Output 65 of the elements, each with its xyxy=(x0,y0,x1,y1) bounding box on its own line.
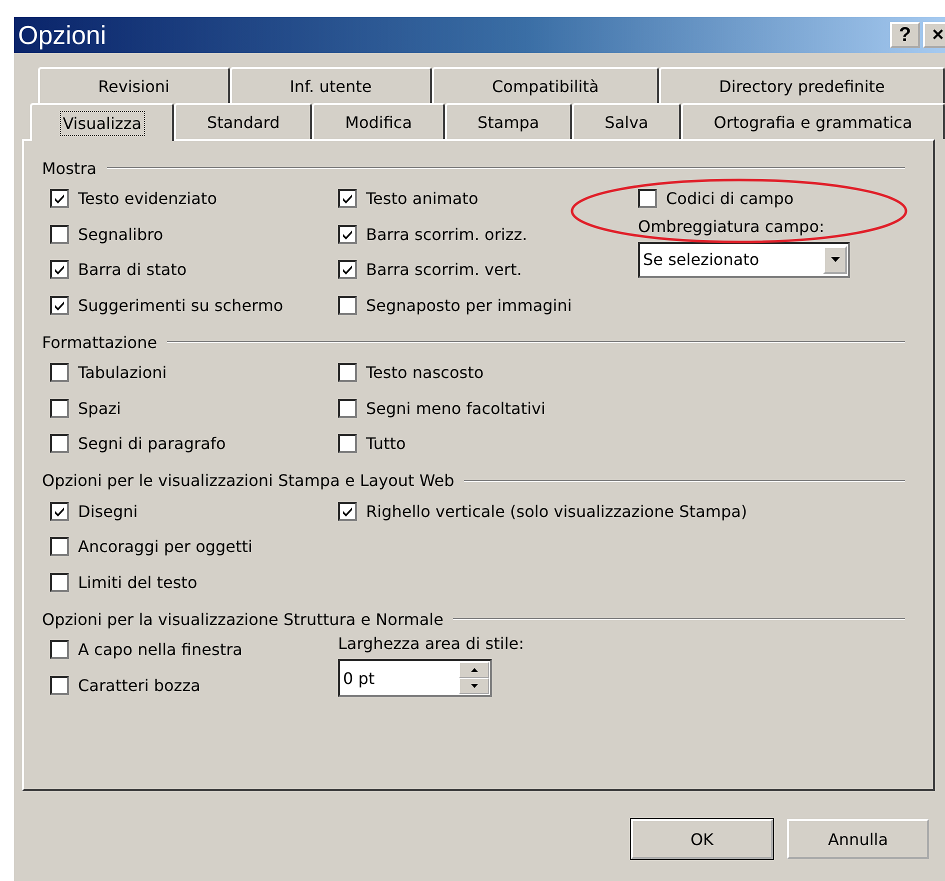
checkbox-label: Disegni xyxy=(78,502,138,521)
checkbox-label: Segnalibro xyxy=(78,224,164,244)
checkbox[interactable] xyxy=(50,676,69,695)
checkbox[interactable] xyxy=(50,296,69,315)
checkbox[interactable] xyxy=(338,224,357,244)
checkbox-label: Limiti del testo xyxy=(78,572,198,592)
cancel-button[interactable]: Annulla xyxy=(787,819,929,859)
group-title: Mostra xyxy=(42,158,97,178)
close-button[interactable]: × xyxy=(923,22,945,48)
ok-button[interactable]: OK xyxy=(631,819,773,859)
checkbox[interactable] xyxy=(338,434,357,454)
checkbox-label: Segni di paragrafo xyxy=(78,434,226,454)
checkbox-label: Testo animato xyxy=(366,189,478,208)
checkbox-label: Ancoraggi per oggetti xyxy=(78,537,252,556)
help-button[interactable]: ? xyxy=(890,22,920,48)
checkbox-label: Segnaposto per immagini xyxy=(366,296,572,315)
checkbox[interactable] xyxy=(338,260,357,280)
checkbox-label: Tutto xyxy=(366,434,406,454)
checkbox-label: Barra scorrim. vert. xyxy=(366,260,522,280)
checkbox-label: Spazi xyxy=(78,398,121,418)
spinner-field[interactable]: 0 pt xyxy=(338,659,492,697)
checkbox[interactable] xyxy=(50,398,69,418)
checkbox[interactable] xyxy=(638,189,657,208)
checkbox[interactable] xyxy=(50,363,69,382)
checkbox[interactable] xyxy=(338,189,357,208)
tab[interactable]: Stampa xyxy=(444,103,572,139)
checkbox[interactable] xyxy=(50,434,69,454)
checkbox[interactable] xyxy=(50,260,69,280)
field-label: Ombreggiatura campo: xyxy=(638,216,826,236)
tab[interactable]: Revisioni xyxy=(38,67,230,103)
checkbox-label: Barra scorrim. orizz. xyxy=(366,224,528,244)
checkbox-label: Testo nascosto xyxy=(366,363,484,382)
checkbox[interactable] xyxy=(50,572,69,592)
checkbox-label: Suggerimenti su schermo xyxy=(78,296,284,315)
tab[interactable]: Compatibilità xyxy=(432,67,659,103)
group-title: Formattazione xyxy=(42,332,158,352)
tab[interactable]: Salva xyxy=(572,103,682,139)
checkbox-label: Barra di stato xyxy=(78,260,187,280)
checkbox[interactable] xyxy=(50,224,69,244)
checkbox-label: Segni meno facoltativi xyxy=(366,398,546,418)
checkbox[interactable] xyxy=(50,537,69,556)
tab[interactable]: Visualizza xyxy=(30,103,174,141)
checkbox-label: Tabulazioni xyxy=(78,363,167,382)
checkbox-label: Caratteri bozza xyxy=(78,676,200,695)
checkbox-label: A capo nella finestra xyxy=(78,640,242,660)
tab[interactable]: Standard xyxy=(174,103,312,139)
checkbox[interactable] xyxy=(338,363,357,382)
field-label: Larghezza area di stile: xyxy=(338,634,526,653)
dropdown[interactable]: Se selezionato xyxy=(638,242,850,278)
checkbox-label: Codici di campo xyxy=(666,189,794,208)
tab[interactable]: Modifica xyxy=(312,103,445,139)
checkbox[interactable] xyxy=(50,189,69,208)
checkbox[interactable] xyxy=(338,502,357,521)
window-title: Opzioni xyxy=(18,20,106,50)
checkbox[interactable] xyxy=(50,502,69,521)
checkbox-label: Righello verticale (solo visualizzazione Stampa) xyxy=(366,502,748,521)
group-title: Opzioni per la visualizzazione Struttura e Normale xyxy=(42,610,444,628)
tab[interactable]: Ortografia e grammatica xyxy=(681,103,945,139)
tab[interactable]: Inf. utente xyxy=(230,67,432,103)
checkbox[interactable] xyxy=(50,640,69,660)
checkbox-label: Testo evidenziato xyxy=(78,189,217,208)
checkbox[interactable] xyxy=(338,296,357,315)
tab[interactable]: Directory predefinite xyxy=(658,67,945,103)
group-title: Opzioni per le visualizzazioni Stampa e Layout Web xyxy=(42,471,454,490)
checkbox[interactable] xyxy=(338,398,357,418)
